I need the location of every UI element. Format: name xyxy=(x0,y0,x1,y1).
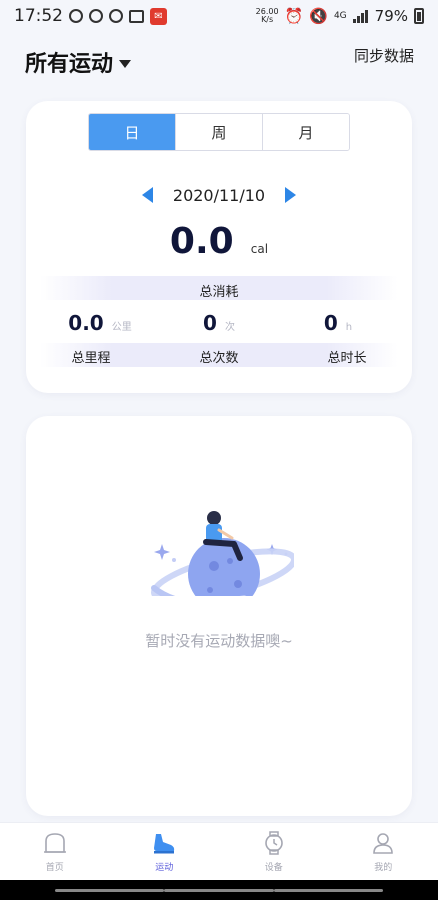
bottom-nav: 首页 运动 设备 我的 xyxy=(0,822,438,880)
distance-unit: 公里 xyxy=(111,322,132,333)
tab-week[interactable]: 周 xyxy=(176,114,263,150)
duration-value: 0 xyxy=(323,311,338,335)
battery-percent: 79% xyxy=(374,7,408,25)
nav-label-home: 首页 xyxy=(45,863,64,873)
status-time: 17:52 xyxy=(14,6,63,26)
calories-unit: cal xyxy=(250,242,269,256)
distance-value: 0.0 xyxy=(68,311,104,335)
date-navigator: 2020/11/10 xyxy=(26,181,412,209)
nav-label-device: 设备 xyxy=(264,863,283,873)
calories-value: 0.0 xyxy=(169,221,234,262)
page-title: 所有运动 xyxy=(25,52,114,77)
tab-day[interactable]: 日 xyxy=(89,114,176,150)
duration-unit: h xyxy=(345,322,353,333)
calories-display: 0.0 cal xyxy=(26,221,412,262)
battery-icon xyxy=(414,8,424,24)
signal-icon xyxy=(352,10,368,23)
count-label: 总次数 xyxy=(199,351,239,366)
period-tabs: 日 周 月 xyxy=(88,113,350,151)
signal-type: 4G xyxy=(333,11,347,21)
next-date-icon[interactable] xyxy=(285,187,297,203)
home-icon xyxy=(43,833,66,853)
sport-type-dropdown[interactable]: 所有运动 xyxy=(25,46,132,78)
nav-item-device[interactable]: 设备 xyxy=(219,823,329,880)
app-notification-icon: ✉ xyxy=(150,7,167,25)
status-right: 26.00 K/s ⏰ 🔇 4G 79% xyxy=(256,7,424,25)
network-speed: 26.00 K/s xyxy=(256,8,279,24)
distance-label: 总里程 xyxy=(71,351,111,366)
empty-planet-illustration xyxy=(151,511,294,596)
system-recents-button[interactable] xyxy=(273,888,383,892)
shoe-icon xyxy=(154,834,175,854)
image-notification-icon xyxy=(129,9,144,23)
system-back-button[interactable] xyxy=(55,888,165,892)
alarm-icon: ⏰ xyxy=(284,7,304,25)
system-home-button[interactable] xyxy=(164,888,274,892)
nav-item-me[interactable]: 我的 xyxy=(329,823,438,880)
status-bar: 17:52 ✉ 26.00 K/s ⏰ 🔇 4G 79% xyxy=(0,0,438,32)
mute-icon: 🔇 xyxy=(309,7,328,25)
qq-notification-icon xyxy=(109,9,123,23)
count-unit: 次 xyxy=(224,322,235,333)
nav-item-sport[interactable]: 运动 xyxy=(110,823,220,880)
sync-data-button[interactable]: 同步数据 xyxy=(354,45,414,66)
nav-item-home[interactable]: 首页 xyxy=(0,823,110,880)
caret-down-icon xyxy=(119,59,132,68)
duration-label: 总时长 xyxy=(327,351,367,366)
count-value: 0 xyxy=(203,311,217,335)
empty-state-message: 暂时没有运动数据噢~ xyxy=(145,632,293,650)
header: 所有运动 同步数据 xyxy=(0,38,438,82)
records-card: 暂时没有运动数据噢~ xyxy=(26,416,412,816)
nav-label-sport: 运动 xyxy=(155,863,174,873)
watch-icon xyxy=(264,831,283,855)
distance-stat: 0.0 公里 xyxy=(40,311,160,335)
qq-notification-icon xyxy=(89,9,103,23)
nav-label-me: 我的 xyxy=(374,863,393,873)
system-nav-bar xyxy=(0,880,438,900)
user-icon xyxy=(373,833,394,854)
summary-card: 日 周 月 2020/11/10 0.0 cal 总消耗 0.0 公里 0 次 … xyxy=(26,101,412,393)
count-stat: 0 次 xyxy=(159,311,279,335)
tab-month[interactable]: 月 xyxy=(263,114,349,150)
duration-stat: 0 h xyxy=(278,311,398,335)
calories-label: 总消耗 xyxy=(199,285,239,300)
network-speed-unit: K/s xyxy=(261,15,274,24)
previous-date-icon[interactable] xyxy=(141,187,153,203)
current-date: 2020/11/10 xyxy=(172,185,266,205)
status-left: 17:52 ✉ xyxy=(14,6,167,26)
qq-notification-icon xyxy=(69,9,83,23)
